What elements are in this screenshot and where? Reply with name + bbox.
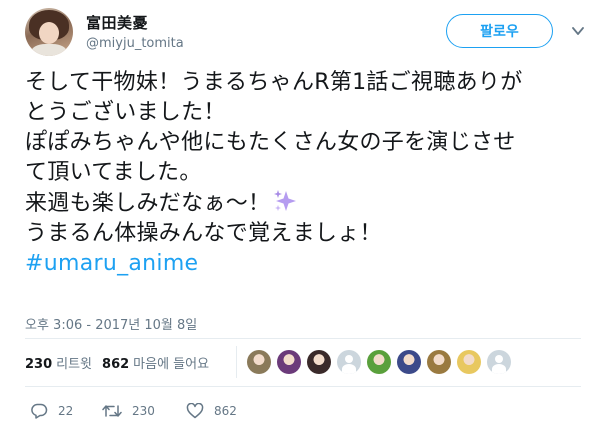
liker-avatar[interactable] (397, 350, 421, 374)
heart-icon (186, 403, 204, 419)
retweet-icon (102, 405, 122, 417)
liker-avatar[interactable] (277, 350, 301, 374)
liker-avatar[interactable] (457, 350, 481, 374)
tweet-stats: 230 리트윗 862 마음에 들어요 (25, 350, 219, 374)
tweet-text-line: とうございました！ (25, 100, 226, 125)
retweet-count: 230 (132, 404, 155, 418)
tweet-timestamp[interactable]: 오후 3:06 - 2017년 10월 8일 (25, 314, 197, 333)
reply-count: 22 (58, 404, 74, 418)
like-count: 862 (214, 404, 237, 418)
liker-avatar[interactable] (367, 350, 391, 374)
user-handle[interactable]: @miyju_tomita (86, 36, 184, 51)
liker-avatars (247, 350, 517, 374)
tweet-text-line: ぽぽみちゃんや他にもたくさん女の子を演じさせ (25, 130, 516, 155)
reply-icon (31, 403, 48, 419)
tweet-card: 富田美憂 @miyju_tomita 팔로우 そして干物妹！うまるちゃんR第1話… (0, 0, 591, 448)
liker-avatar[interactable] (247, 350, 271, 374)
like-action[interactable]: 862 (186, 403, 237, 419)
tweet-text-line: て頂いてました。 (25, 160, 202, 185)
likes-stat[interactable]: 862 마음에 들어요 (102, 353, 209, 372)
likes-label: 마음에 들어요 (133, 356, 210, 372)
default-avatar-icon[interactable] (487, 350, 511, 374)
tweet-text: そして干物妹！うまるちゃんR第1話ご視聴ありが とうございました！ ぽぽみちゃん… (25, 68, 581, 279)
caret-down-icon[interactable] (572, 26, 584, 36)
tweet-text-line-with-emoji: 来週も楽しみだなぁ〜！ (25, 188, 581, 219)
stats-separator (236, 346, 237, 378)
hashtag-link[interactable]: #umaru_anime (25, 249, 581, 279)
user-avatar[interactable] (25, 8, 73, 56)
retweet-action[interactable]: 230 (102, 403, 186, 419)
sparkles-emoji-icon (274, 190, 297, 211)
tweet-text-line: そして干物妹！うまるちゃんR第1話ご視聴ありが (25, 70, 523, 95)
retweets-label: 리트윗 (56, 356, 93, 372)
divider (25, 338, 581, 339)
retweets-stat[interactable]: 230 리트윗 (25, 353, 92, 372)
tweet-actions: 22 230 862 (30, 400, 237, 422)
follow-button[interactable]: 팔로우 (446, 14, 553, 48)
retweets-count: 230 (25, 356, 53, 372)
divider (25, 386, 581, 387)
tweet-text-segment: 来週も楽しみだなぁ〜！ (25, 191, 271, 216)
likes-count: 862 (102, 356, 130, 372)
tweet-text-line: うまるん体操みんなで覚えましょ！ (25, 221, 382, 246)
liker-avatar[interactable] (427, 350, 451, 374)
default-avatar-icon[interactable] (337, 350, 361, 374)
reply-action[interactable]: 22 (30, 403, 102, 419)
liker-avatar[interactable] (307, 350, 331, 374)
display-name[interactable]: 富田美憂 (86, 12, 148, 33)
